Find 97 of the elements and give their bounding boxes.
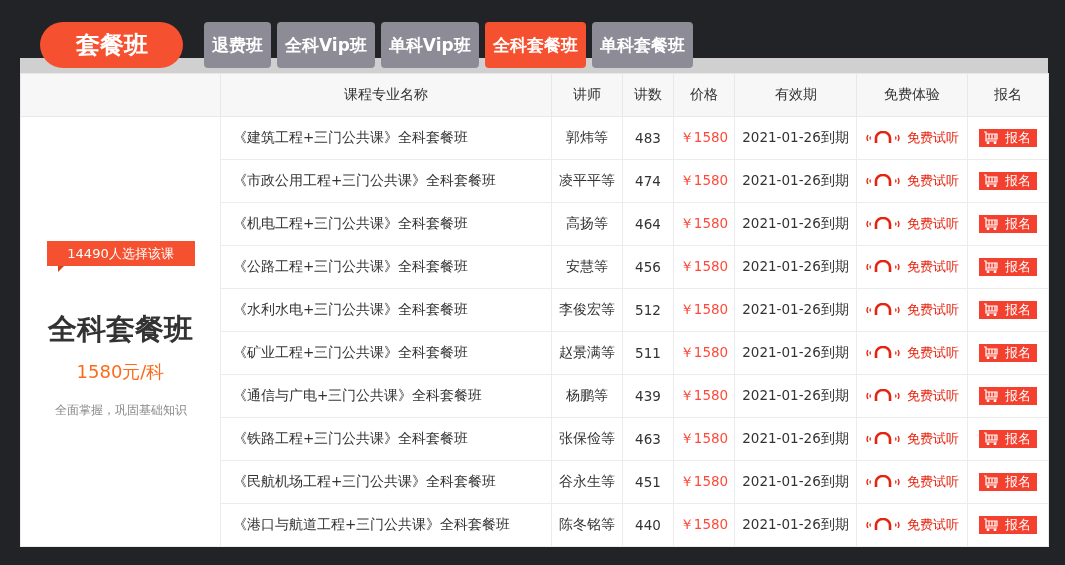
cart-icon [983,432,999,446]
teacher-name: 张保俭等 [559,430,615,446]
course-price: ￥1580 [679,473,729,489]
signup-button[interactable]: 报名 [979,257,1037,276]
course-name: 《港口与航道工程+三门公共课》全科套餐班 [232,516,511,532]
signup-button[interactable]: 报名 [979,343,1037,362]
course-name: 《公路工程+三门公共课》全科套餐班 [232,258,469,274]
package-slogan: 全面掌握，巩固基础知识 [54,402,187,419]
tab[interactable]: 全科Vip班 [277,22,375,68]
course-price: ￥1580 [679,258,729,274]
teacher-name: 李俊宏等 [559,301,615,317]
teacher-name: 凌平平等 [559,172,615,188]
signup-button[interactable]: 报名 [979,128,1037,147]
course-name: 《水利水电+三门公共课》全科套餐班 [232,301,469,317]
signup-button[interactable]: 报名 [979,429,1037,448]
signup-button[interactable]: 报名 [979,472,1037,491]
course-price: ￥1580 [679,301,729,317]
headphone-icon [865,474,901,489]
column-header: 讲师 [551,73,623,117]
expiry-date: 2021-01-26到期 [742,516,849,532]
teacher-name: 高扬等 [566,215,608,231]
lesson-count: 439 [635,388,661,404]
column-header: 课程专业名称 [220,73,552,117]
teacher-name: 陈冬铭等 [559,516,615,532]
column-header: 免费体验 [856,73,968,117]
expiry-date: 2021-01-26到期 [742,129,849,145]
signup-button[interactable]: 报名 [979,515,1037,534]
tab[interactable]: 单科Vip班 [380,22,479,68]
cart-icon [983,389,999,403]
expiry-date: 2021-01-26到期 [742,344,849,360]
headphone-icon [865,302,901,317]
course-price: ￥1580 [679,215,729,231]
course-name: 《建筑工程+三门公共课》全科套餐班 [232,129,469,145]
cart-icon [983,475,999,489]
course-name: 《矿业工程+三门公共课》全科套餐班 [232,344,469,360]
lesson-count: 440 [635,517,661,533]
expiry-date: 2021-01-26到期 [742,387,849,403]
expiry-date: 2021-01-26到期 [742,215,849,231]
course-price: ￥1580 [679,129,729,145]
lesson-count: 474 [635,173,661,189]
lesson-count: 464 [635,216,661,232]
column-header: 讲数 [622,73,674,117]
cart-icon [983,518,999,532]
package-title: 全科套餐班 [48,311,193,348]
lesson-count: 483 [635,130,661,146]
teacher-name: 杨鹏等 [566,387,608,403]
cart-icon [983,217,999,231]
course-price: ￥1580 [679,516,729,532]
cart-icon [983,131,999,145]
teacher-name: 赵景满等 [559,344,615,360]
lesson-count: 463 [635,431,661,447]
course-name: 《民航机场工程+三门公共课》全科套餐班 [232,473,497,489]
lesson-count: 512 [635,302,661,318]
expiry-date: 2021-01-26到期 [742,258,849,274]
lesson-count: 451 [635,474,661,490]
headphone-icon [865,345,901,360]
enrollment-badge: 14490人选择该课 [46,241,195,272]
expiry-date: 2021-01-26到期 [742,430,849,446]
teacher-name: 郭炜等 [566,129,608,145]
course-price: ￥1580 [679,387,729,403]
headphone-icon [865,173,901,188]
column-header: 报名 [967,73,1049,117]
column-header: 价格 [673,73,735,117]
lesson-count: 511 [635,345,661,361]
signup-button[interactable]: 报名 [979,300,1037,319]
headphone-icon [865,216,901,231]
course-name: 《机电工程+三门公共课》全科套餐班 [232,215,469,231]
expiry-date: 2021-01-26到期 [742,473,849,489]
course-name: 《通信与广电+三门公共课》全科套餐班 [232,387,483,403]
cart-icon [983,303,999,317]
expiry-date: 2021-01-26到期 [742,172,849,188]
headphone-icon [865,388,901,403]
signup-button[interactable]: 报名 [979,386,1037,405]
headphone-icon [865,431,901,446]
expiry-date: 2021-01-26到期 [742,301,849,317]
course-price: ￥1580 [679,344,729,360]
cart-icon [983,174,999,188]
package-price: 1580元/科 [76,360,165,384]
teacher-name: 谷永生等 [559,473,615,489]
headphone-icon [865,517,901,532]
signup-button[interactable]: 报名 [979,171,1037,190]
headphone-icon [865,259,901,274]
course-name: 《铁路工程+三门公共课》全科套餐班 [232,430,469,446]
cart-icon [983,260,999,274]
lesson-count: 456 [635,259,661,275]
brand-label: 套餐班 [40,22,183,68]
headphone-icon [865,130,901,145]
course-price: ￥1580 [679,172,729,188]
teacher-name: 安慧等 [566,258,608,274]
column-header: 有效期 [734,73,857,117]
course-price: ￥1580 [679,430,729,446]
tab[interactable]: 单科套餐班 [591,22,693,68]
cart-icon [983,346,999,360]
tab[interactable]: 全科套餐班 [484,22,586,68]
signup-button[interactable]: 报名 [979,214,1037,233]
tab[interactable]: 退费班 [204,22,271,68]
course-name: 《市政公用工程+三门公共课》全科套餐班 [232,172,497,188]
